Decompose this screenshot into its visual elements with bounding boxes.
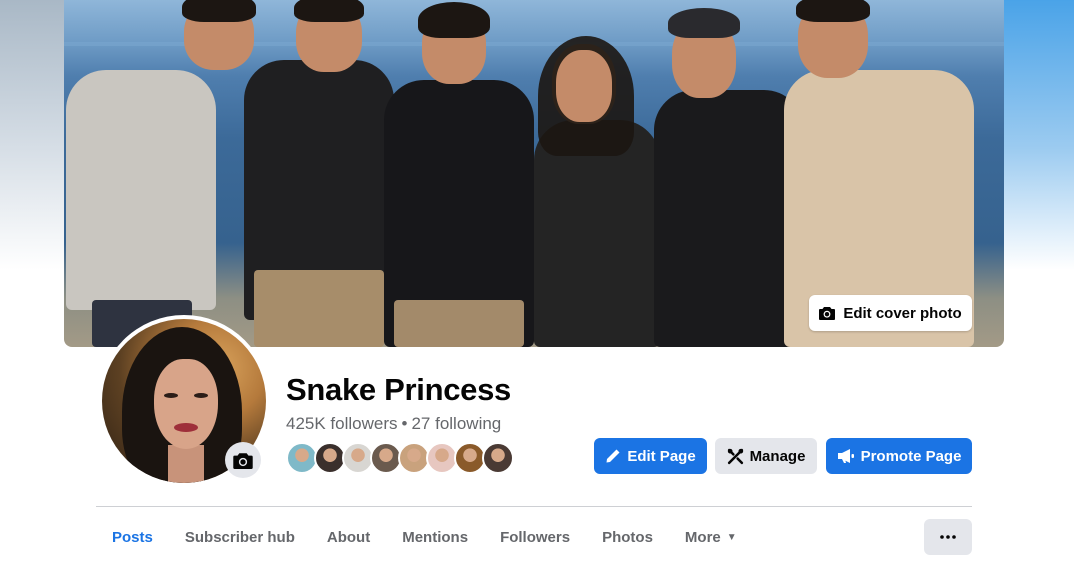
tab-photos[interactable]: Photos (586, 516, 669, 558)
tools-icon (727, 448, 743, 464)
cover-person (384, 0, 544, 347)
manage-button[interactable]: Manage (715, 438, 817, 474)
manage-label: Manage (749, 447, 806, 465)
tab-label: Photos (602, 528, 653, 546)
tab-label: About (326, 528, 371, 546)
edit-page-label: Edit Page (627, 447, 696, 465)
ellipsis-icon (940, 535, 956, 539)
tab-followers[interactable]: Followers (484, 516, 586, 558)
edit-cover-photo-button[interactable]: Edit cover photo (809, 295, 972, 331)
tab-about[interactable]: About (311, 516, 386, 558)
tab-label: Posts (112, 528, 153, 546)
tab-label: More (684, 528, 721, 546)
promote-page-label: Promote Page (860, 447, 962, 465)
page-title: Snake Princess (286, 372, 512, 407)
tab-posts[interactable]: Posts (96, 516, 169, 558)
avatar-face (154, 359, 218, 449)
update-profile-picture-button[interactable] (225, 442, 261, 478)
tab-label: Mentions (402, 528, 469, 546)
follow-stats: 425K followers • 27 following (286, 414, 501, 434)
tab-more[interactable]: More ▼ (669, 516, 753, 558)
camera-icon (819, 307, 836, 320)
avatar-eye (164, 393, 178, 398)
follower-avatar[interactable] (482, 442, 514, 474)
followers-link[interactable]: 425K followers (286, 414, 398, 433)
tab-subscriber-hub[interactable]: Subscriber hub (169, 516, 311, 558)
tab-mentions[interactable]: Mentions (386, 516, 484, 558)
pencil-icon (606, 449, 620, 463)
cover-person (244, 0, 404, 347)
caret-down-icon: ▼ (726, 531, 737, 543)
follower-avatars[interactable] (286, 442, 514, 474)
cover-person (64, 0, 256, 347)
promote-page-button[interactable]: Promote Page (826, 438, 972, 474)
header-background-right (1002, 0, 1074, 270)
edit-page-button[interactable]: Edit Page (594, 438, 707, 474)
header-background-left (0, 0, 64, 270)
more-options-button[interactable] (924, 519, 972, 555)
page-tabs: Posts Subscriber hub About Mentions Foll… (96, 516, 753, 558)
avatar-neck (168, 445, 204, 483)
avatar-eye (194, 393, 208, 398)
tab-label: Followers (500, 528, 571, 546)
header-divider (96, 506, 972, 507)
following-link[interactable]: 27 following (411, 414, 501, 433)
cover-photo[interactable]: Edit cover photo (64, 0, 1004, 347)
edit-cover-photo-label: Edit cover photo (843, 304, 962, 322)
megaphone-icon (837, 449, 854, 463)
avatar-lips (174, 423, 198, 432)
tab-label: Subscriber hub (184, 528, 295, 546)
camera-icon (233, 452, 253, 469)
cover-person (524, 0, 664, 347)
stats-separator: • (401, 414, 408, 433)
